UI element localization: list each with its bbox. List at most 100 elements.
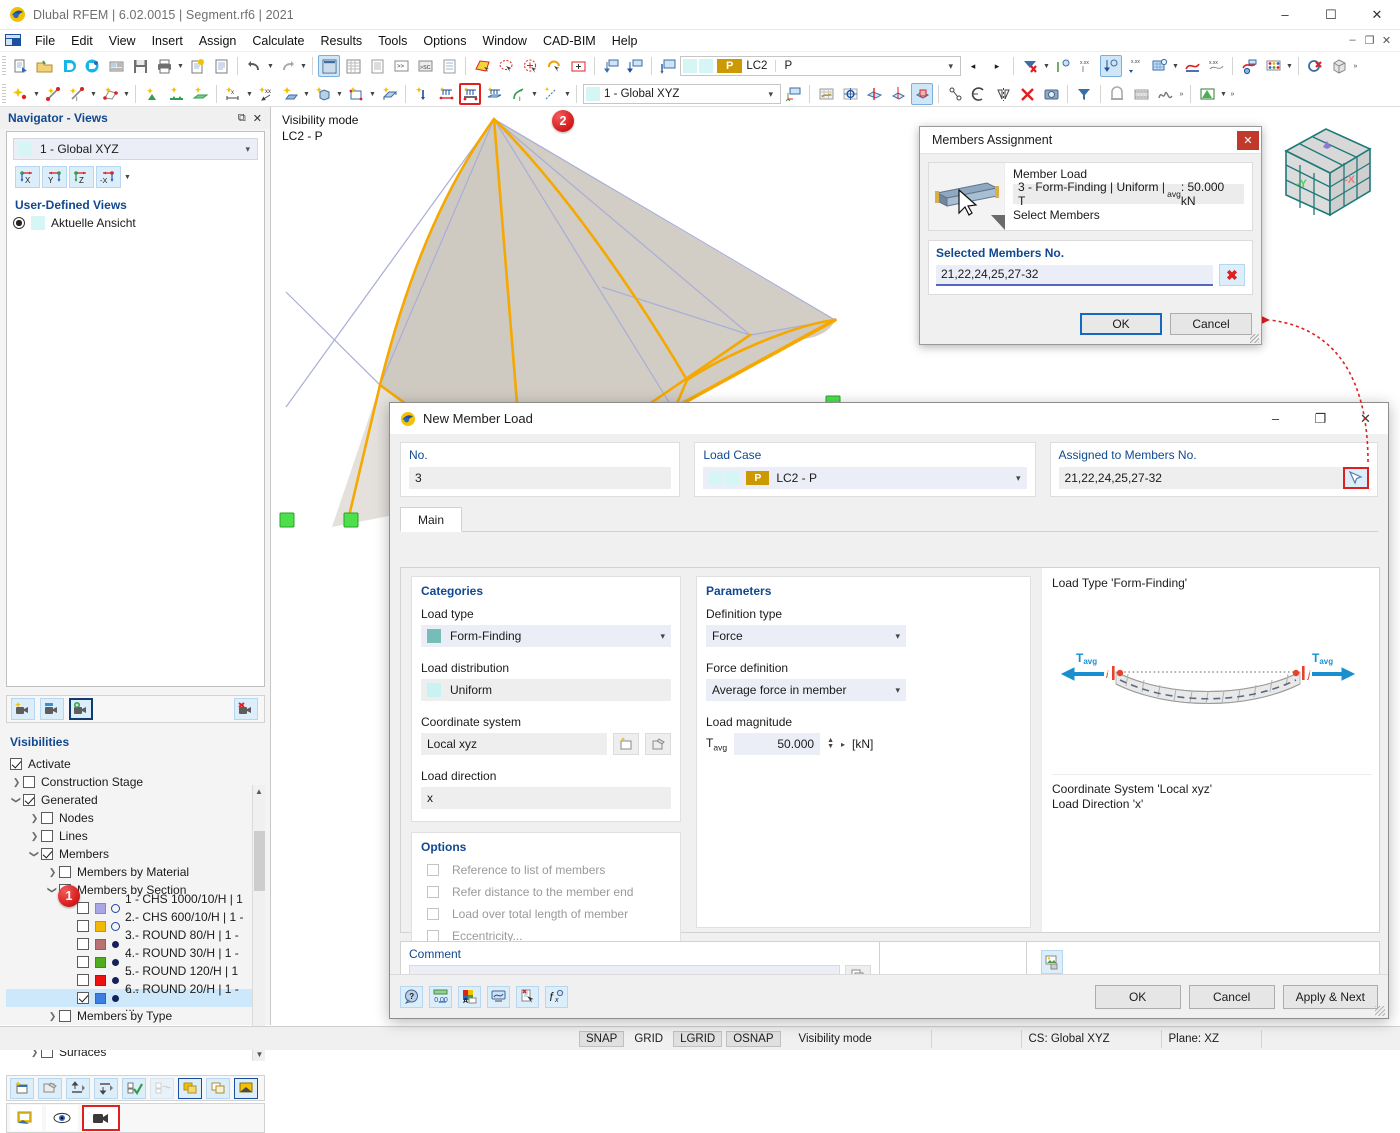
new-line-support-icon[interactable] [165, 83, 187, 105]
close-button[interactable]: ✕ [1354, 0, 1400, 30]
clear-results-icon[interactable] [1304, 55, 1326, 77]
previous-loadcase-button[interactable]: ◂ [962, 55, 984, 77]
visibilities-activate-row[interactable]: Activate [10, 755, 265, 773]
select-special-icon[interactable] [519, 55, 541, 77]
new-solid-icon[interactable] [312, 83, 334, 105]
select-object-icon[interactable] [516, 986, 539, 1008]
menu-cad-bim[interactable]: CAD-BIM [535, 32, 604, 50]
view-orientation-cube[interactable]: -Y -X [1272, 119, 1384, 227]
scroll-up-arrow[interactable]: ▲ [253, 785, 265, 798]
move-objects-icon[interactable] [944, 83, 966, 105]
view-y-icon[interactable]: Y [42, 166, 67, 188]
formula-icon[interactable]: fx [545, 986, 568, 1008]
delete-x-icon[interactable]: ✖ [1219, 264, 1245, 286]
hide-selected-icon[interactable] [206, 1078, 230, 1099]
maximize-button[interactable]: ☐ [1308, 0, 1354, 30]
export-dropdown-arrow[interactable]: ▼ [1219, 91, 1228, 98]
new-surface-support-icon[interactable] [189, 83, 211, 105]
check-all-icon[interactable] [122, 1078, 146, 1099]
select-objects-icon[interactable] [495, 55, 517, 77]
nml-cancel-button[interactable]: Cancel [1189, 985, 1275, 1009]
delete-objects-icon[interactable] [1016, 83, 1038, 105]
visibility-checkbox[interactable] [41, 812, 53, 824]
visibility-tree-item[interactable]: ❯Members by Material [6, 863, 265, 881]
select-members-action[interactable]: Select Members [1013, 208, 1244, 222]
toolbar2-overflow-arrow-2[interactable]: » [1228, 91, 1237, 98]
rstab-model-icon[interactable] [81, 55, 103, 77]
close-icon[interactable]: ✕ [1237, 131, 1259, 150]
view-radio-icon[interactable] [13, 217, 25, 229]
redo-icon[interactable] [276, 55, 298, 77]
delete-loads-dropdown-arrow[interactable]: ▼ [1042, 63, 1051, 70]
menu-file[interactable]: File [27, 32, 63, 50]
mirror-objects-icon[interactable] [992, 83, 1014, 105]
new-printout-report-icon[interactable] [186, 55, 208, 77]
chevron-down-icon[interactable]: ▾ [895, 631, 900, 642]
rfem-model-icon[interactable] [57, 55, 79, 77]
new-opening-icon[interactable] [345, 83, 367, 105]
members-assignment-cancel-button[interactable]: Cancel [1170, 313, 1252, 335]
color-scale-dropdown-arrow[interactable]: ▼ [1285, 63, 1294, 70]
navigator-display-tab[interactable] [46, 1105, 78, 1131]
force-definition-combo[interactable]: Average force in member ▾ [706, 679, 906, 701]
delete-loads-icon[interactable] [1019, 55, 1041, 77]
new-member-load-dialog[interactable]: New Member Load – ❐ ✕ No. 3 Load Case P … [389, 402, 1389, 1019]
chevron-right-icon[interactable]: ❯ [10, 773, 23, 791]
save-icon[interactable] [129, 55, 151, 77]
lgrid-toggle[interactable]: LGRID [673, 1031, 722, 1047]
menu-options[interactable]: Options [415, 32, 474, 50]
osnap-settings-icon[interactable] [839, 83, 861, 105]
chevron-down-icon[interactable]: ▾ [943, 61, 958, 72]
option-load-total-length-checkbox[interactable] [427, 908, 439, 920]
option-reference-list[interactable]: Reference to list of members [421, 859, 671, 881]
new-free-load-icon[interactable]: I [507, 83, 529, 105]
chevron-down-icon[interactable]: ▾ [1016, 473, 1021, 484]
text-format-icon[interactable]: A [458, 986, 481, 1008]
resize-grip[interactable] [1250, 334, 1259, 343]
render-model-cube-icon[interactable] [1328, 55, 1350, 77]
spreadsheet-icon[interactable] [342, 55, 364, 77]
new-polyline-dropdown-arrow[interactable]: ▼ [122, 91, 131, 98]
animation-icon[interactable] [1130, 83, 1152, 105]
numeric-format-icon[interactable]: 0,00 [429, 986, 452, 1008]
visibility-tree-item[interactable]: ❯Members [6, 845, 265, 863]
console-icon[interactable]: >> [390, 55, 412, 77]
apply-view-icon[interactable] [69, 698, 93, 720]
visibilities-scrollbar[interactable]: ▲ ▼ [252, 785, 265, 1061]
visibility-checkbox[interactable] [59, 1010, 71, 1022]
assigned-members-value[interactable]: 21,22,24,25,27-32 [1059, 467, 1369, 489]
result-values-icon[interactable]: x.xx [1205, 55, 1227, 77]
visibility-checkbox[interactable] [41, 830, 53, 842]
plane-xz-icon[interactable] [911, 83, 933, 105]
set-view-front-icon[interactable] [624, 55, 646, 77]
help-icon[interactable]: ? [400, 986, 423, 1008]
menu-view[interactable]: View [101, 32, 144, 50]
toolbar-grip[interactable] [2, 56, 6, 76]
visibility-checkbox[interactable] [41, 848, 53, 860]
menu-assign[interactable]: Assign [191, 32, 245, 50]
open-model-icon[interactable] [33, 55, 55, 77]
render-grid-icon[interactable] [1148, 55, 1170, 77]
new-line-load-icon[interactable] [435, 83, 457, 105]
new-member-icon[interactable] [378, 83, 400, 105]
selected-members-input[interactable]: 21,22,24,25,27-32 [936, 265, 1213, 286]
spinner-next-arrow[interactable]: ▸ [841, 740, 845, 749]
script-icon[interactable]: >SC [414, 55, 436, 77]
nml-close-button[interactable]: ✕ [1343, 403, 1388, 434]
chevron-down-icon[interactable]: ▾ [763, 89, 778, 100]
definition-type-combo[interactable]: Force ▾ [706, 625, 906, 647]
select-members-icon[interactable] [1343, 467, 1369, 489]
new-model-icon[interactable] [9, 55, 31, 77]
new-view-icon[interactable] [11, 698, 35, 720]
plane-xy-icon[interactable] [887, 83, 909, 105]
view-list-item[interactable]: Aktuelle Ansicht [13, 216, 264, 230]
load-magnitude-input[interactable]: 50.000 [734, 733, 820, 755]
new-polyline-icon[interactable] [99, 83, 121, 105]
show-supports-icon[interactable] [1100, 55, 1122, 77]
nml-minimize-button[interactable]: – [1253, 403, 1298, 434]
dimension-xx-icon[interactable]: xx [255, 83, 277, 105]
option-refer-distance[interactable]: Refer distance to the member end [421, 881, 671, 903]
system-menu-icon[interactable] [4, 33, 22, 48]
nml-apply-next-button[interactable]: Apply & Next [1283, 985, 1378, 1009]
load-no-value[interactable]: 3 [409, 467, 671, 489]
